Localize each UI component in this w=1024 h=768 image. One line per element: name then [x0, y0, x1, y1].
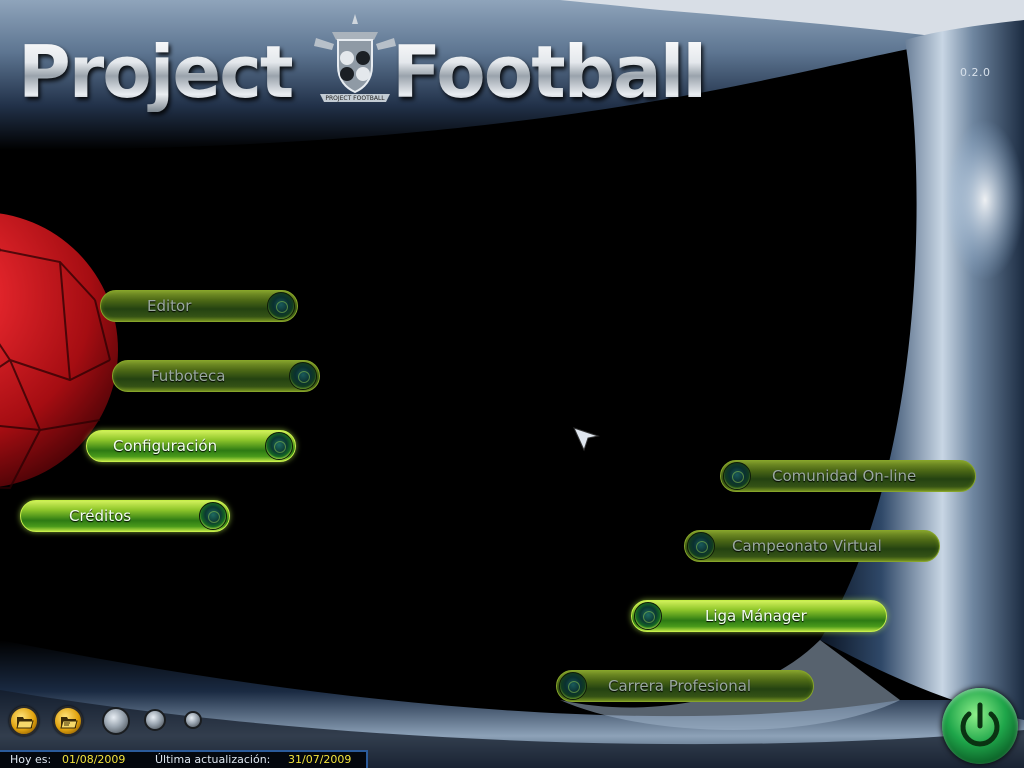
creditos-button[interactable]: Créditos — [20, 500, 230, 532]
liga-manager-button[interactable]: Liga Mánager — [631, 600, 887, 632]
button-knob-icon — [634, 602, 662, 630]
power-button[interactable] — [942, 688, 1018, 764]
button-knob-icon — [267, 292, 295, 320]
comunidad-online-button-label: Comunidad On-line — [772, 467, 917, 485]
button-knob-icon — [559, 672, 587, 700]
grey-orb-icon[interactable] — [102, 707, 130, 735]
grey-orb-icon[interactable] — [144, 709, 166, 731]
last-update-label: Última actualización: — [155, 753, 271, 766]
open-folder-icon[interactable] — [9, 706, 39, 736]
button-knob-icon — [265, 432, 293, 460]
campeonato-virtual-button-label: Campeonato Virtual — [732, 537, 882, 555]
last-update-value: 31/07/2009 — [288, 753, 352, 766]
save-folder-icon[interactable] — [53, 706, 83, 736]
button-knob-icon — [723, 462, 751, 490]
button-knob-icon — [199, 502, 227, 530]
crest-emblem-icon: PROJECT FOOTBALL — [314, 14, 396, 102]
grey-orb-icon[interactable] — [184, 711, 202, 729]
svg-text:PROJECT FOOTBALL: PROJECT FOOTBALL — [325, 95, 385, 102]
status-bar: Hoy es: 01/08/2009 Última actualización:… — [0, 750, 368, 768]
button-knob-icon — [687, 532, 715, 560]
configuracion-button-label: Configuración — [113, 437, 218, 455]
logo-word-project: Project — [18, 30, 294, 114]
editor-button-label: Editor — [147, 297, 192, 315]
carrera-profesional-button[interactable]: Carrera Profesional — [556, 670, 814, 702]
liga-manager-button-label: Liga Mánager — [705, 607, 807, 625]
campeonato-virtual-button[interactable]: Campeonato Virtual — [684, 530, 940, 562]
logo-word-football: Football — [392, 30, 707, 114]
button-knob-icon — [289, 362, 317, 390]
creditos-button-label: Créditos — [69, 507, 132, 525]
editor-button[interactable]: Editor — [100, 290, 298, 322]
comunidad-online-button[interactable]: Comunidad On-line — [720, 460, 976, 492]
futboteca-button[interactable]: Futboteca — [112, 360, 320, 392]
version-label: 0.2.0 — [960, 66, 991, 79]
today-label: Hoy es: — [10, 753, 52, 766]
futboteca-button-label: Futboteca — [151, 367, 226, 385]
today-value: 01/08/2009 — [62, 753, 126, 766]
power-icon — [960, 702, 1000, 747]
configuracion-button[interactable]: Configuración — [86, 430, 296, 462]
carrera-profesional-button-label: Carrera Profesional — [608, 677, 752, 695]
